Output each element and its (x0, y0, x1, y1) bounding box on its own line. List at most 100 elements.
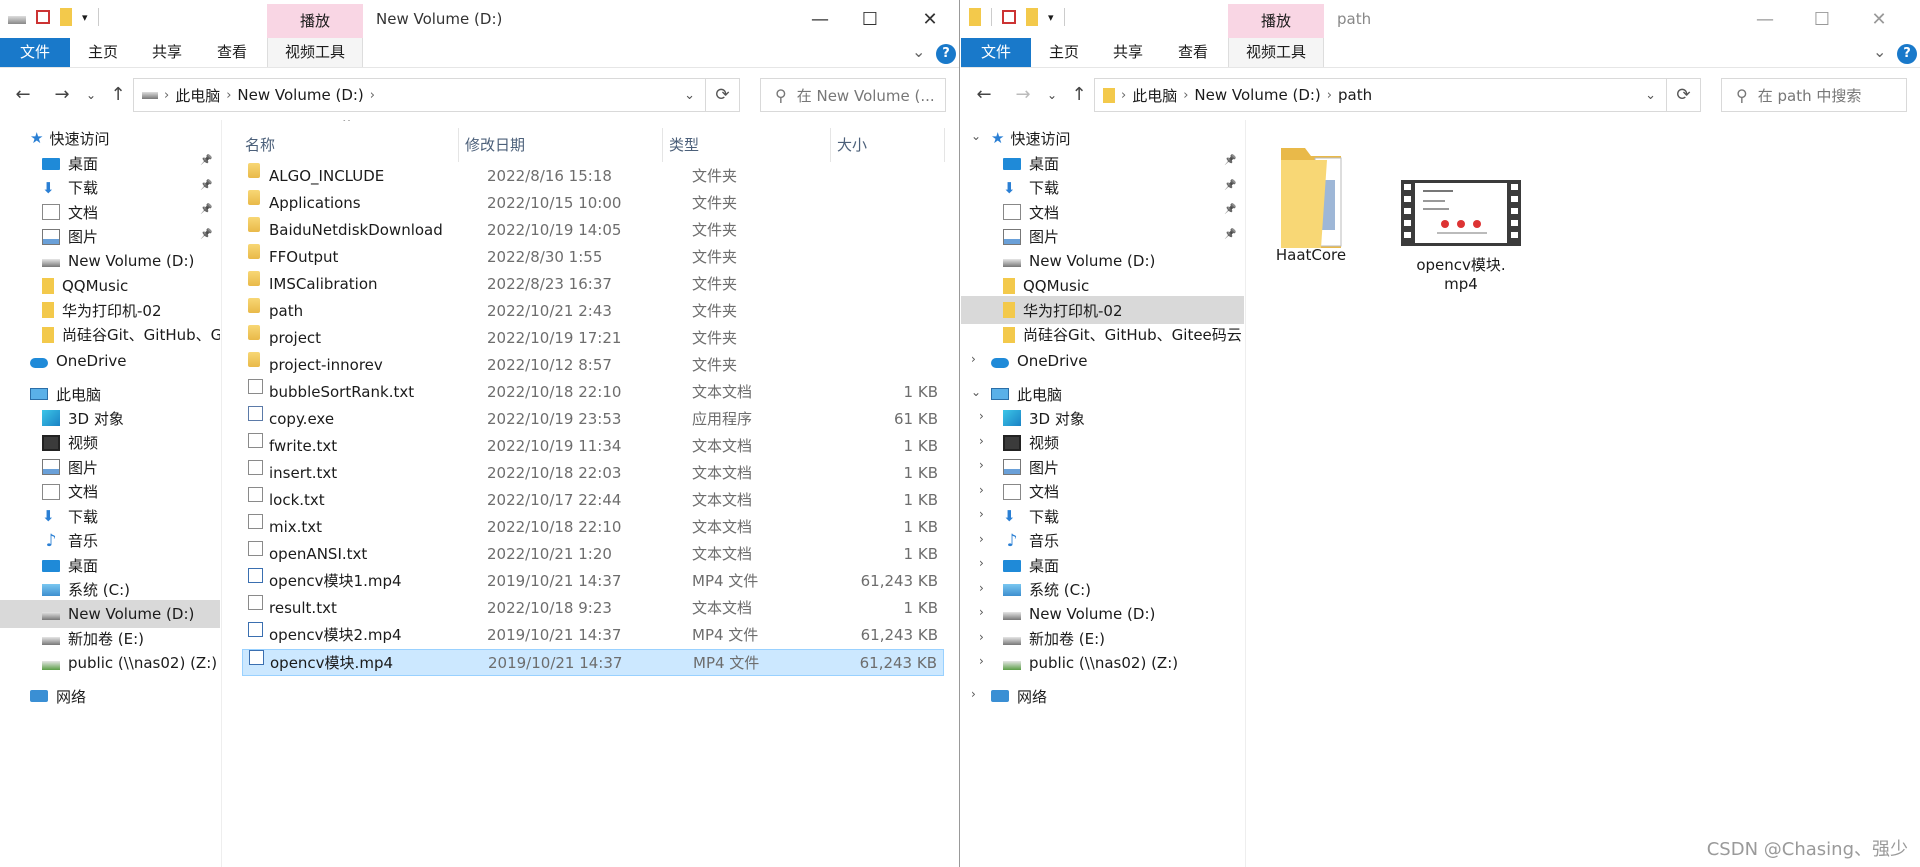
pin-icon[interactable]: 📌 (200, 155, 212, 166)
file-row[interactable]: copy.exe 2022/10/19 23:53 应用程序 61 KB (242, 406, 944, 433)
tab-video-tools[interactable]: 视频工具 (1228, 38, 1324, 67)
search-input[interactable]: ⚲ 在 path 中搜索 (1721, 78, 1907, 112)
file-row[interactable]: opencv模块1.mp4 2019/10/21 14:37 MP4 文件 61,24… (242, 568, 944, 595)
pin-icon[interactable]: 📌 (1224, 180, 1236, 191)
chevron-down-icon[interactable]: ▾ (82, 11, 88, 24)
column-header-name[interactable]: 名称 (245, 128, 275, 162)
back-button[interactable]: ← (12, 84, 34, 106)
nav-pc-public-z[interactable]: public (\\nas02) (Z:) (961, 649, 1244, 677)
up-button[interactable]: ↑ (107, 84, 129, 106)
pin-icon[interactable]: 📌 (1224, 155, 1236, 166)
file-row[interactable]: project 2022/10/19 17:21 文件夹 (242, 325, 944, 352)
maximize-button[interactable]: ☐ (842, 0, 898, 38)
up-button[interactable]: ↑ (1068, 84, 1090, 106)
context-tab-play[interactable]: 播放 (1228, 4, 1324, 38)
forward-button[interactable]: → (51, 84, 73, 106)
file-row[interactable]: openANSI.txt 2022/10/21 1:20 文本文档 1 KB (242, 541, 944, 568)
file-row[interactable]: project-innorev 2022/10/12 8:57 文件夹 (242, 352, 944, 379)
recent-locations-button[interactable]: ⌄ (1041, 84, 1063, 106)
tab-home[interactable]: 主页 (1037, 38, 1091, 67)
refresh-button[interactable]: ⟳ (706, 78, 740, 112)
back-button[interactable]: ← (973, 84, 995, 106)
pin-icon[interactable]: 📌 (200, 229, 212, 240)
search-input[interactable]: ⚲ 在 New Volume (... (760, 78, 946, 112)
tab-view[interactable]: 查看 (1166, 38, 1220, 67)
tab-file[interactable]: 文件 (0, 38, 70, 67)
forward-button[interactable]: → (1012, 84, 1034, 106)
chevron-down-icon[interactable]: ⌄ (971, 385, 981, 399)
column-header-date[interactable]: 修改日期 (465, 128, 525, 162)
chevron-down-icon[interactable]: ⌄ (684, 88, 695, 103)
file-row[interactable]: fwrite.txt 2022/10/19 11:34 文本文档 1 KB (242, 433, 944, 460)
pin-icon[interactable]: 📌 (1224, 229, 1236, 240)
tab-file[interactable]: 文件 (961, 38, 1031, 67)
pin-icon[interactable]: 📌 (200, 180, 212, 191)
chevron-right-icon[interactable]: › (979, 434, 984, 448)
chevron-right-icon[interactable]: › (979, 507, 984, 521)
chevron-right-icon[interactable]: › (971, 352, 976, 366)
file-row[interactable]: insert.txt 2022/10/18 22:03 文本文档 1 KB (242, 460, 944, 487)
close-button[interactable]: ✕ (1851, 0, 1907, 38)
file-row[interactable]: IMSCalibration 2022/8/23 16:37 文件夹 (242, 271, 944, 298)
file-row[interactable]: mix.txt 2022/10/18 22:10 文本文档 1 KB (242, 514, 944, 541)
tab-share[interactable]: 共享 (1101, 38, 1155, 67)
chevron-right-icon[interactable]: › (979, 532, 984, 546)
folder-icon[interactable] (969, 8, 981, 26)
file-row[interactable]: BaiduNetdiskDownload 2022/10/19 14:05 文件夹 (242, 217, 944, 244)
refresh-button[interactable]: ⟳ (1667, 78, 1701, 112)
file-row[interactable]: opencv模块2.mp4 2019/10/21 14:37 MP4 文件 61,24… (242, 622, 944, 649)
tile-folder[interactable]: HaatCore (1256, 140, 1366, 264)
column-header-size[interactable]: 大小 (837, 128, 867, 162)
column-divider[interactable] (944, 128, 945, 162)
nav-onedrive[interactable]: OneDrive (961, 347, 1244, 375)
file-row[interactable]: bubbleSortRank.txt 2022/10/18 22:10 文本文档 1 … (242, 379, 944, 406)
properties-icon[interactable] (36, 10, 50, 24)
chevron-right-icon[interactable]: › (979, 630, 984, 644)
properties-icon[interactable] (1002, 10, 1016, 24)
chevron-right-icon[interactable]: › (979, 556, 984, 570)
chevron-right-icon[interactable]: › (979, 581, 984, 595)
minimize-button[interactable]: — (1737, 0, 1793, 38)
nav-quick-access[interactable]: ★ 快速访问 (961, 124, 1244, 152)
chevron-right-icon[interactable]: › (979, 458, 984, 472)
pin-icon[interactable]: 📌 (200, 204, 212, 215)
column-divider[interactable] (458, 128, 459, 162)
chevron-right-icon[interactable]: › (979, 483, 984, 497)
nav-pc-public-z[interactable]: public (\\nas02) (Z:) (0, 649, 220, 677)
breadcrumb-drive[interactable]: New Volume (D:) (237, 86, 363, 104)
file-row[interactable]: FFOutput 2022/8/30 1:55 文件夹 (242, 244, 944, 271)
nav-quick-item-git-course[interactable]: 尚硅谷Git、GitHub、Gitee码云 (961, 321, 1244, 349)
file-row[interactable]: lock.txt 2022/10/17 22:44 文本文档 1 KB (242, 487, 944, 514)
context-tab-play[interactable]: 播放 (267, 4, 363, 38)
new-folder-icon[interactable] (60, 8, 72, 26)
tile-video[interactable]: opencv模块. mp4 (1396, 180, 1526, 293)
tab-view[interactable]: 查看 (205, 38, 259, 67)
column-divider[interactable] (662, 128, 663, 162)
breadcrumb-this-pc[interactable]: 此电脑 (175, 85, 220, 106)
chevron-down-icon[interactable]: ⌄ (912, 42, 925, 61)
file-row[interactable]: result.txt 2022/10/18 9:23 文本文档 1 KB (242, 595, 944, 622)
address-box[interactable]: › 此电脑 › New Volume (D:) › ⌄ (133, 78, 706, 112)
file-row[interactable]: path 2022/10/21 2:43 文件夹 (242, 298, 944, 325)
pin-icon[interactable]: 📌 (1224, 204, 1236, 215)
chevron-down-icon[interactable]: ▾ (1048, 11, 1054, 24)
chevron-down-icon[interactable]: ⌄ (1873, 42, 1886, 61)
maximize-button[interactable]: ☐ (1794, 0, 1850, 38)
nav-onedrive[interactable]: OneDrive (0, 347, 220, 375)
nav-quick-item-git-course[interactable]: 尚硅谷Git、GitHub、G (0, 321, 220, 349)
chevron-down-icon[interactable]: ⌄ (1645, 88, 1656, 103)
help-icon[interactable]: ? (936, 44, 956, 64)
nav-quick-access[interactable]: ★ 快速访问 (0, 124, 220, 152)
new-folder-icon[interactable] (1026, 8, 1038, 26)
drive-icon[interactable] (8, 16, 26, 24)
tab-home[interactable]: 主页 (76, 38, 130, 67)
column-divider[interactable] (830, 128, 831, 162)
file-row[interactable]: opencv模块.mp4 2019/10/21 14:37 MP4 文件 61,243… (242, 649, 944, 676)
breadcrumb-path[interactable]: path (1338, 86, 1372, 104)
tab-video-tools[interactable]: 视频工具 (267, 38, 363, 67)
file-row[interactable]: ALGO_INCLUDE 2022/8/16 15:18 文件夹 (242, 163, 944, 190)
chevron-right-icon[interactable]: › (979, 654, 984, 668)
recent-locations-button[interactable]: ⌄ (80, 84, 102, 106)
column-header-type[interactable]: 类型 (669, 128, 699, 162)
tab-share[interactable]: 共享 (140, 38, 194, 67)
